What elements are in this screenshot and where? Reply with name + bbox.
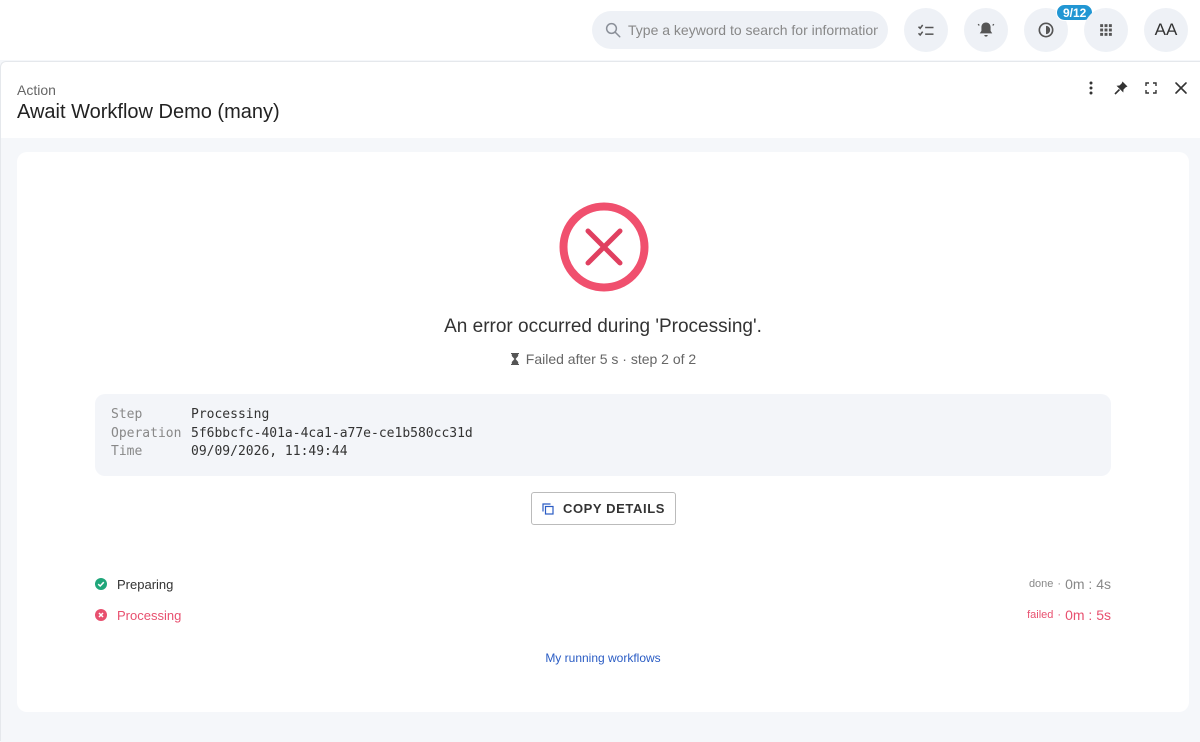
error-details-box: Step Processing Operation 5f6bbcfc-401a-…	[95, 394, 1111, 476]
step-status: failed	[1027, 609, 1054, 621]
detail-value: 5f6bbcfc-401a-4ca1-a77e-ce1b580cc31d	[191, 425, 473, 441]
top-bar: 9/12 AA	[0, 0, 1200, 60]
hourglass-icon	[510, 353, 519, 365]
running-workflows-link[interactable]: My running workflows	[17, 651, 1189, 665]
error-subtext: Failed after 5 s · step 2 of 2	[17, 351, 1189, 367]
copy-details-label: COPY DETAILS	[562, 501, 666, 516]
search-input[interactable]	[628, 22, 878, 38]
step-status: done	[1028, 578, 1054, 590]
progress-icon	[1038, 22, 1054, 38]
pin-icon	[1114, 81, 1128, 95]
detail-key: Time	[111, 444, 143, 459]
step-row-preparing: Preparing done · 0m : 4s	[95, 574, 1111, 594]
copy-icon	[542, 502, 554, 515]
search-icon	[605, 22, 621, 38]
pin-button[interactable]	[1111, 78, 1131, 98]
panel-header: Action Await Workflow Demo (many)	[1, 62, 1200, 138]
error-circle-icon	[559, 202, 649, 292]
close-button[interactable]	[1171, 78, 1191, 98]
checklist-icon	[917, 24, 934, 37]
step-duration: 0m : 5s	[1065, 607, 1111, 623]
apps-button[interactable]	[1084, 8, 1128, 52]
check-circle-icon	[95, 578, 107, 590]
step-separator: ·	[1057, 609, 1062, 621]
panel-subtitle: Action	[17, 82, 56, 98]
more-vertical-icon	[1089, 81, 1093, 95]
detail-row: Step Processing	[111, 407, 1095, 426]
detail-value: 09/09/2026, 11:49:44	[191, 444, 348, 459]
user-avatar-button[interactable]: AA	[1144, 8, 1188, 52]
action-panel: Action Await Workflow Demo (many) An err…	[0, 61, 1200, 742]
fullscreen-icon	[1145, 82, 1157, 94]
detail-value: Processing	[191, 407, 270, 422]
detail-row: Time 09/09/2026, 11:49:44	[111, 444, 1095, 463]
fullscreen-button[interactable]	[1141, 78, 1161, 98]
detail-key: Operation	[111, 425, 182, 441]
search-box[interactable]	[592, 11, 888, 49]
avatar-initials: AA	[1154, 20, 1178, 39]
copy-details-button[interactable]: COPY DETAILS	[531, 492, 676, 525]
error-subtext-label: Failed after 5 s · step 2 of 2	[525, 351, 697, 367]
detail-key: Step	[111, 407, 143, 422]
step-row-processing: Processing failed · 0m : 5s	[95, 605, 1111, 625]
panel-title: Await Workflow Demo (many)	[17, 101, 280, 123]
error-message: An error occurred during 'Processing'.	[444, 316, 762, 337]
close-icon	[1175, 82, 1187, 94]
notification-bell-icon	[977, 22, 995, 37]
step-label: Preparing	[117, 576, 174, 592]
step-label: Processing	[117, 607, 182, 623]
tasks-button[interactable]	[904, 8, 948, 52]
error-small-icon	[95, 609, 107, 621]
more-options-button[interactable]	[1081, 78, 1101, 98]
step-duration: 0m : 4s	[1065, 576, 1111, 592]
step-separator: ·	[1057, 578, 1062, 590]
notifications-button[interactable]	[964, 8, 1008, 52]
panel-body: An error occurred during 'Processing'. F…	[1, 138, 1200, 742]
result-card: An error occurred during 'Processing'. F…	[17, 152, 1189, 712]
detail-row: Operation 5f6bbcfc-401a-4ca1-a77e-ce1b58…	[111, 426, 1095, 445]
apps-grid-icon	[1100, 24, 1112, 36]
